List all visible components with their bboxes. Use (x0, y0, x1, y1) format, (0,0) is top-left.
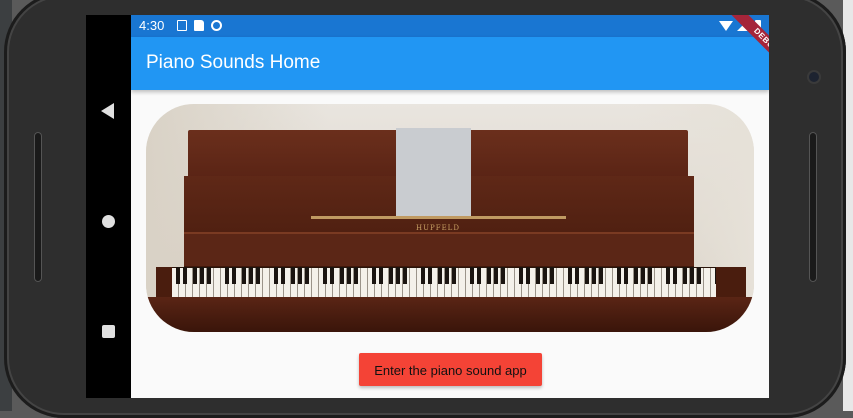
home-icon[interactable] (102, 215, 115, 228)
piano-black-keys (172, 267, 720, 284)
status-bar: 4:30 (131, 15, 769, 37)
back-icon[interactable] (101, 103, 114, 119)
camera-icon (809, 72, 819, 82)
piano-base (146, 297, 754, 332)
sync-icon (211, 20, 222, 31)
speaker-left (34, 132, 42, 282)
app-bar: Piano Sounds Home (131, 37, 769, 90)
piano-brand: HUPFELD (416, 224, 460, 232)
android-nav-bar (86, 15, 131, 398)
enter-app-button[interactable]: Enter the piano sound app (359, 353, 542, 386)
notification-a-icon (177, 20, 187, 31)
wifi-icon (719, 21, 733, 31)
status-time: 4:30 (139, 18, 165, 33)
piano-hero-image: HUPFELD (146, 104, 754, 332)
recent-apps-icon[interactable] (102, 325, 115, 338)
music-sheet (396, 128, 471, 218)
page-title: Piano Sounds Home (146, 52, 321, 73)
speaker-right (809, 132, 817, 282)
fall-board (184, 232, 694, 266)
app-screen: 4:30 Piano Sounds Home DEBUG HUPFELD Ent… (131, 15, 769, 398)
sd-card-icon (194, 20, 204, 31)
music-rail (311, 216, 566, 219)
